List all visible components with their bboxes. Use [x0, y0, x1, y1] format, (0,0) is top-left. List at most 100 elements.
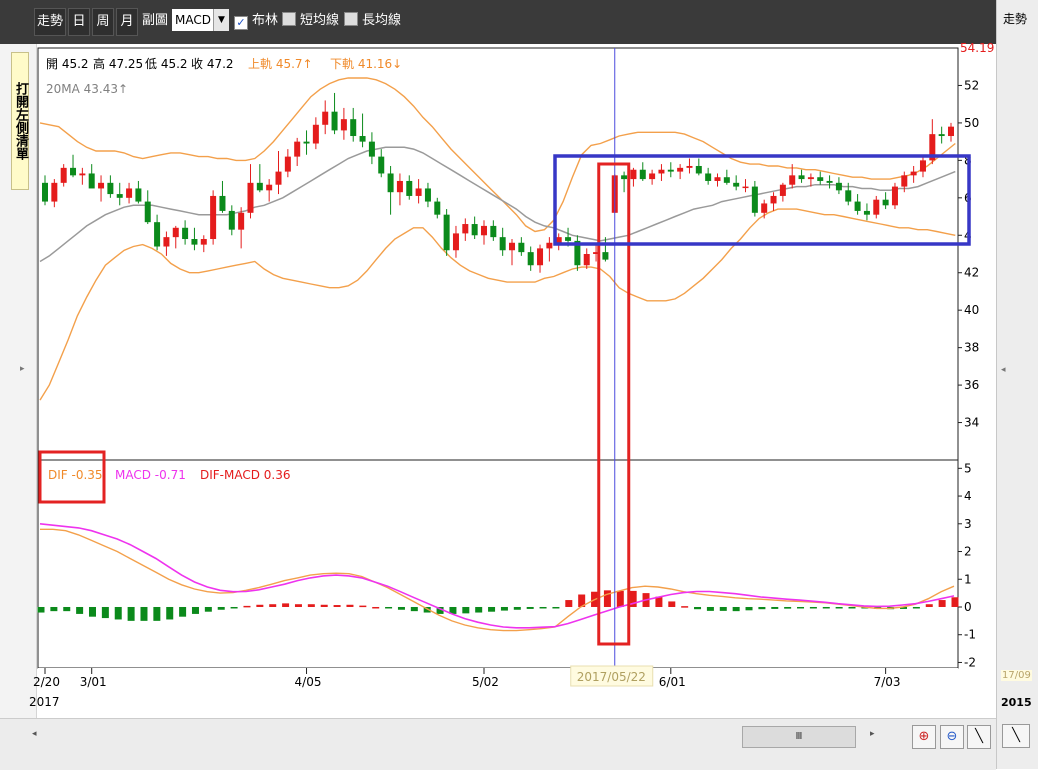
candle-up [415, 188, 422, 196]
macd-bar-negative [513, 606, 521, 610]
candle-down [826, 180, 833, 183]
macd-bar-negative [694, 606, 702, 610]
macd-bar-positive [668, 601, 676, 607]
candle-up [238, 212, 245, 230]
macd-bar-negative [797, 606, 805, 609]
candle-up [172, 227, 179, 238]
candle-down [565, 237, 572, 241]
macd-bar-negative [50, 606, 58, 612]
candle-up [294, 141, 301, 157]
candle-down [835, 182, 842, 191]
macd-bar-positive [333, 605, 341, 607]
candle-up [873, 199, 880, 215]
macd-bar-positive [359, 605, 367, 608]
macd-bar-negative [63, 606, 71, 612]
x-tick-label: 7/03 [874, 675, 901, 689]
macd-bar-negative [912, 606, 920, 609]
candle-up [340, 119, 347, 131]
legend-dif-macd: DIF-MACD 0.36 [200, 468, 291, 482]
macd-bar-negative [822, 606, 830, 609]
readout-ma20: 20MA 43.43↑ [46, 82, 128, 96]
macd-tick-label: 1 [964, 572, 972, 586]
candle-up [742, 186, 749, 189]
macd-bar-positive [346, 604, 354, 607]
candle-up [312, 124, 319, 144]
macd-bar-positive [372, 606, 380, 609]
macd-bar-negative [745, 606, 753, 611]
candle-up [462, 224, 469, 234]
macd-bar-negative [462, 606, 470, 614]
candle-up [630, 169, 637, 180]
macd-bar-negative [488, 606, 496, 612]
macd-bar-negative [76, 606, 84, 614]
macd-bar-negative [552, 606, 560, 609]
x-tick-label: 2/20 [33, 675, 60, 689]
candle-up [807, 177, 814, 180]
macd-bar-positive [307, 604, 315, 607]
macd-bar-negative [809, 606, 817, 609]
candle-down [107, 182, 114, 195]
candle-up [779, 184, 786, 196]
x-tick-label: 3/01 [80, 675, 107, 689]
macd-bar-positive [951, 597, 959, 607]
candle-up [60, 167, 67, 183]
year-label: 2017 [29, 695, 60, 709]
candle-up [452, 233, 459, 251]
candle-down [359, 136, 366, 142]
legend-dif: DIF -0.35 [48, 468, 103, 482]
readout-lower-band: 下軌 41.16↓ [330, 56, 402, 71]
macd-tick-label: 2 [964, 545, 972, 559]
price-tick-label: 40 [964, 303, 979, 317]
macd-bar-positive [269, 604, 277, 607]
macd-bar-negative [719, 606, 727, 611]
macd-tick-label: -1 [964, 628, 976, 642]
candle-up [284, 156, 291, 172]
macd-bar-positive [320, 604, 328, 607]
candle-down [602, 252, 609, 260]
candle-down [471, 224, 478, 236]
candle-down [424, 188, 431, 202]
macd-bar-negative [88, 606, 96, 617]
macd-bar-negative [101, 606, 109, 619]
candle-up [789, 175, 796, 185]
candle-down [527, 252, 534, 266]
candle-down [733, 182, 740, 187]
candle-down [490, 225, 497, 238]
macd-bar-positive [616, 590, 624, 607]
candle-up [761, 203, 768, 213]
readout-low: 低 45.2 [145, 57, 188, 71]
candle-up [163, 237, 170, 247]
candle-up [686, 165, 693, 168]
macd-bar-positive [294, 604, 302, 607]
candle-down [144, 201, 151, 223]
candle-down [368, 141, 375, 157]
macd-bar-negative [37, 606, 45, 613]
macd-bar-negative [204, 606, 212, 612]
candle-up [98, 182, 105, 189]
x-tick-label: 6/01 [659, 675, 686, 689]
candle-down [154, 222, 161, 247]
candle-up [919, 160, 926, 172]
candle-up [247, 182, 254, 213]
candle-down [443, 214, 450, 251]
candle-down [256, 182, 263, 191]
candle-down [219, 195, 226, 211]
candle-down [135, 188, 142, 202]
candle-down [705, 173, 712, 181]
readout-high: 高 47.25 [93, 56, 143, 71]
candle-up [509, 242, 516, 251]
macd-bar-negative [217, 606, 225, 610]
stock-chart[interactable]: 3436384042468505254.19-2-1012345開 45.2 高 … [0, 0, 1038, 769]
x-tick-label: 5/02 [472, 675, 499, 689]
macd-bar-negative [385, 606, 393, 609]
candle-up [266, 184, 273, 191]
price-tick-label: 38 [964, 341, 979, 355]
candle-down [499, 237, 506, 251]
macd-bar-negative [848, 606, 856, 609]
candle-down [42, 182, 48, 202]
candle-down [695, 165, 702, 174]
macd-bar-negative [179, 606, 187, 617]
candle-down [798, 175, 805, 180]
candle-down [116, 194, 123, 198]
price-tick-label: 34 [964, 416, 979, 430]
